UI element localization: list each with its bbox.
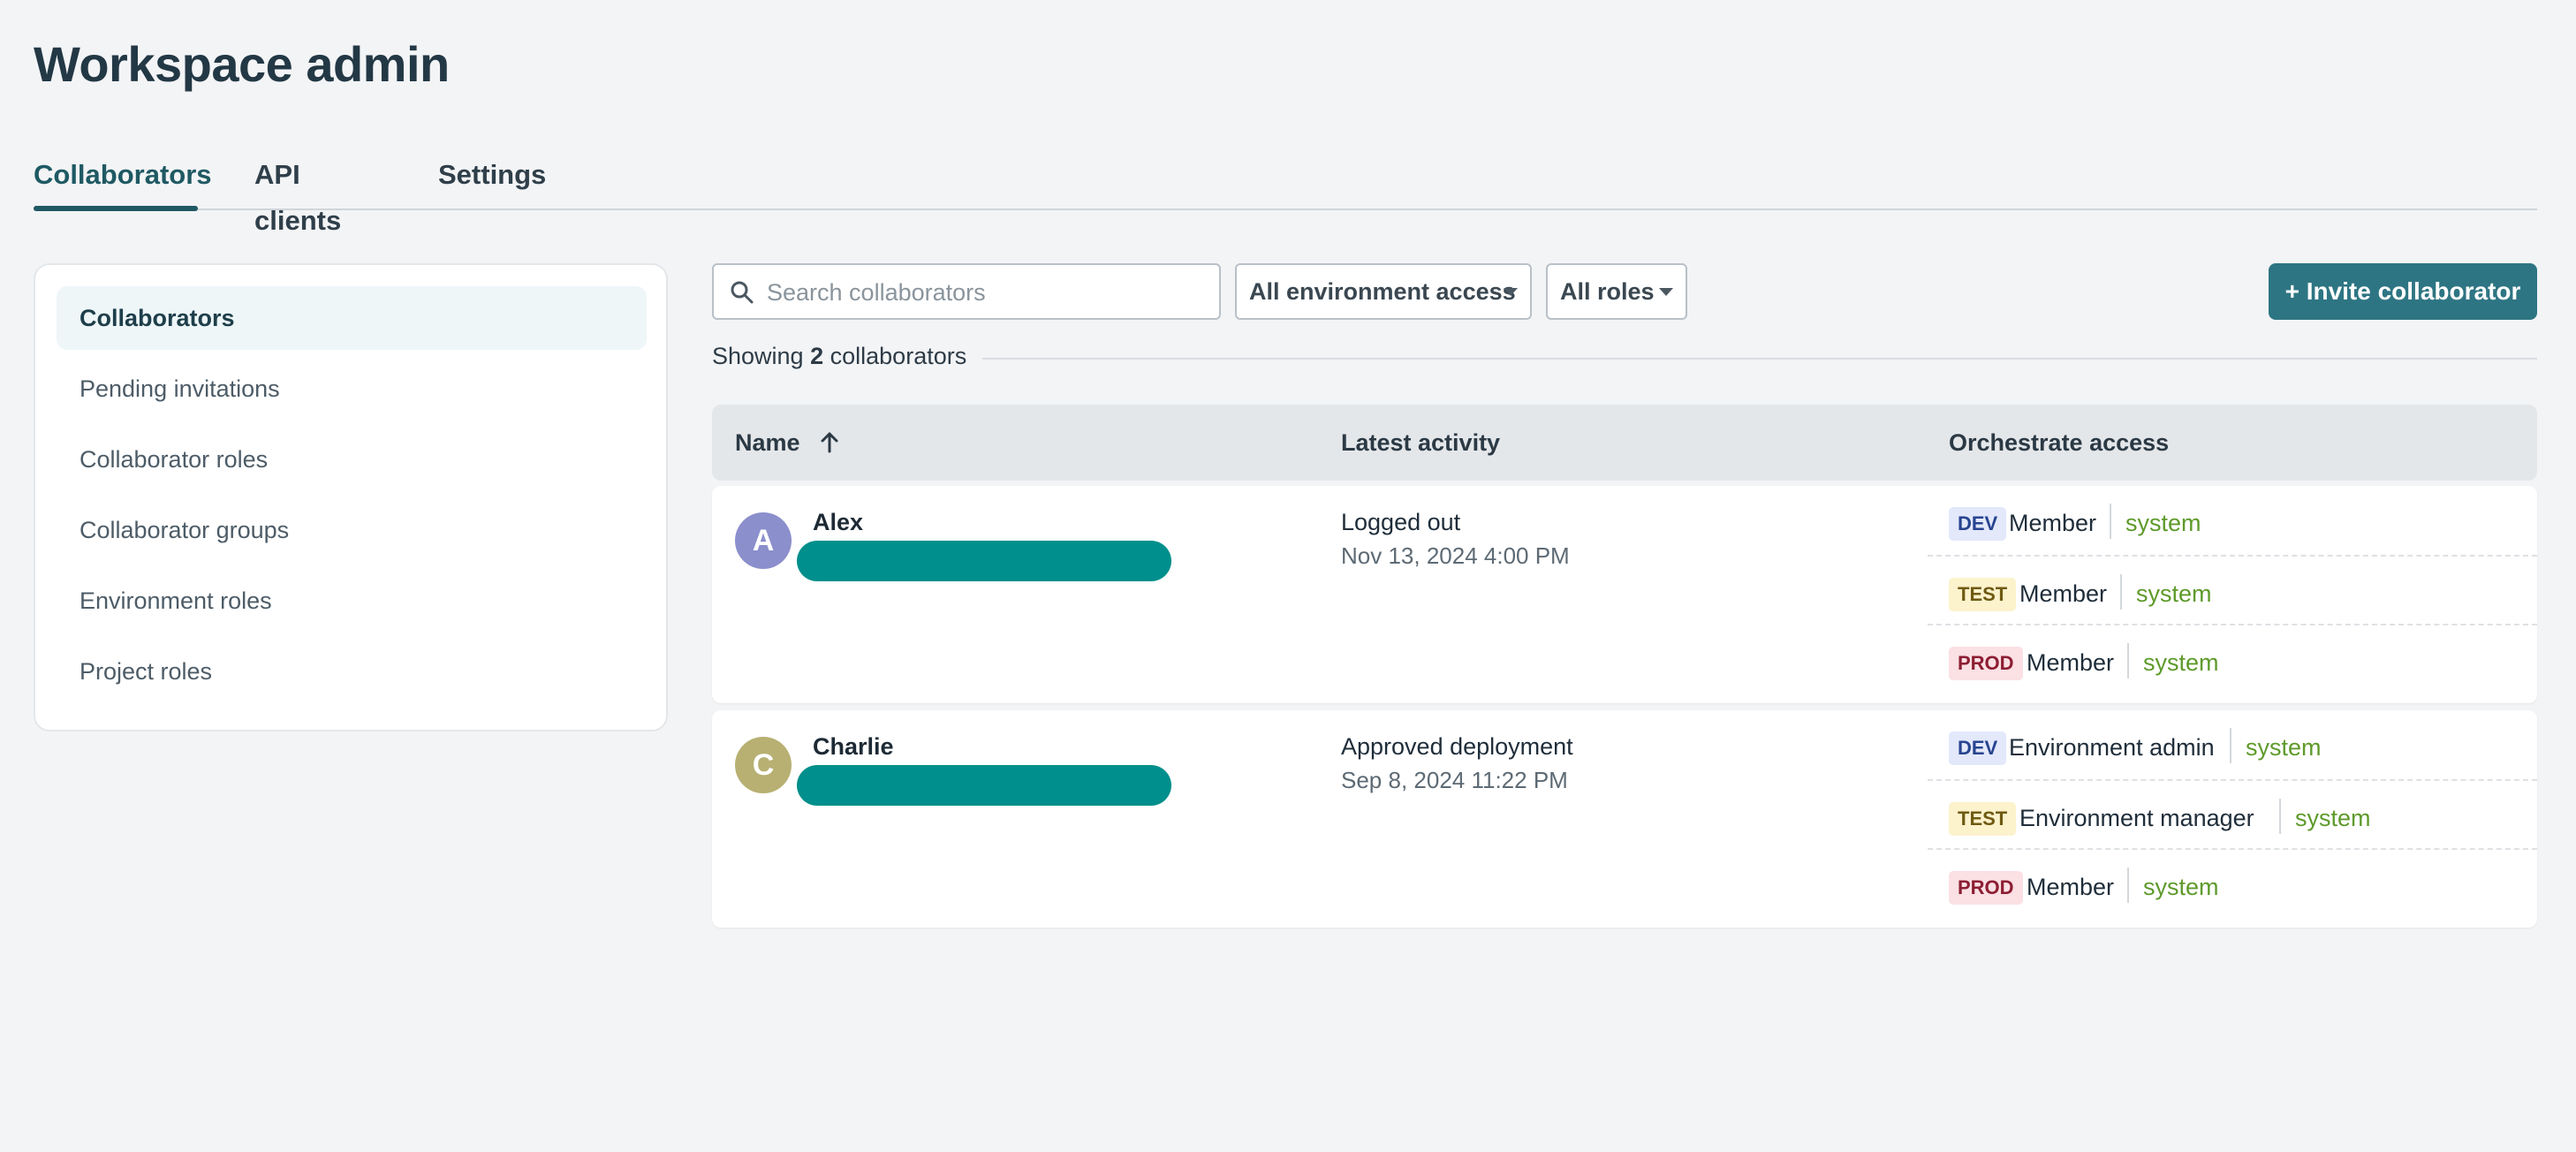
role-label: Member bbox=[2027, 649, 2115, 676]
count-suffix: collaborators bbox=[830, 343, 967, 369]
avatar: C bbox=[735, 737, 792, 793]
name-column-header[interactable]: Name bbox=[735, 405, 840, 481]
collaborator-count: Showing 2 collaborators bbox=[712, 343, 966, 370]
access-entry: PROD Member system bbox=[1928, 624, 2537, 694]
workspace-admin-page: Workspace admin Collaborators API client… bbox=[0, 0, 2576, 1152]
access-entry: TEST Member system bbox=[1928, 555, 2537, 625]
role-label: Environment admin bbox=[2009, 734, 2215, 761]
role-source: system bbox=[2125, 510, 2201, 536]
separator bbox=[2279, 799, 2281, 834]
activity-timestamp: Sep 8, 2024 11:22 PM bbox=[1341, 767, 1568, 793]
environment-access-filter-label: All environment access bbox=[1249, 278, 1516, 305]
env-badge-test: TEST bbox=[1949, 802, 2017, 836]
role-source: system bbox=[2143, 874, 2219, 900]
access-entry: TEST Environment manager system bbox=[1928, 779, 2537, 850]
tab-settings[interactable]: Settings bbox=[438, 152, 553, 208]
role-source: system bbox=[2246, 734, 2322, 761]
activity-title: Approved deployment bbox=[1341, 733, 1573, 760]
activity-column-header: Latest activity bbox=[1341, 429, 1501, 456]
role-label: Member bbox=[2019, 580, 2108, 607]
chevron-down-icon bbox=[1504, 288, 1518, 296]
tab-api-clients[interactable]: API clients bbox=[254, 152, 387, 236]
role-label: Member bbox=[2027, 874, 2115, 900]
separator bbox=[2110, 504, 2111, 539]
redacted-email bbox=[797, 765, 1171, 806]
sidebar-item-collaborator-roles[interactable]: Collaborator roles bbox=[57, 428, 647, 491]
access-list: DEV Member system TEST Member system PRO… bbox=[1928, 486, 2537, 703]
sidebar: Collaborators Pending invitations Collab… bbox=[34, 263, 668, 731]
separator bbox=[2230, 728, 2231, 763]
sidebar-item-environment-roles[interactable]: Environment roles bbox=[57, 569, 647, 633]
arrow-up-icon bbox=[821, 432, 838, 453]
divider bbox=[982, 358, 2537, 360]
collaborator-name: Charlie bbox=[813, 733, 894, 760]
separator bbox=[2120, 574, 2122, 610]
table-row[interactable]: C Charlie Approved deployment Sep 8, 202… bbox=[712, 710, 2537, 928]
sidebar-item-collaborators[interactable]: Collaborators bbox=[57, 286, 647, 350]
env-badge-test: TEST bbox=[1949, 578, 2017, 611]
table-row[interactable]: A Alex Logged out Nov 13, 2024 4:00 PM D… bbox=[712, 486, 2537, 703]
access-column-header: Orchestrate access bbox=[1949, 429, 2170, 456]
env-badge-prod: PROD bbox=[1949, 647, 2023, 680]
environment-access-filter[interactable]: All environment access bbox=[1235, 263, 1532, 320]
top-tabs: Collaborators API clients Settings bbox=[34, 152, 2537, 236]
role-source: system bbox=[2136, 580, 2212, 607]
sidebar-item-project-roles[interactable]: Project roles bbox=[57, 640, 647, 703]
sidebar-item-pending-invitations[interactable]: Pending invitations bbox=[57, 357, 647, 421]
collaborator-name: Alex bbox=[813, 509, 864, 535]
redacted-email bbox=[797, 541, 1171, 581]
env-badge-prod: PROD bbox=[1949, 871, 2023, 905]
env-badge-dev: DEV bbox=[1949, 507, 2007, 541]
role-source: system bbox=[2143, 649, 2219, 676]
role-label: Member bbox=[2009, 510, 2097, 536]
tab-collaborators[interactable]: Collaborators bbox=[34, 152, 212, 211]
sidebar-item-collaborator-groups[interactable]: Collaborator groups bbox=[57, 498, 647, 562]
search-input[interactable] bbox=[765, 265, 1210, 320]
access-entry: DEV Member system bbox=[1928, 486, 2537, 555]
separator bbox=[2127, 643, 2129, 678]
role-source: system bbox=[2295, 805, 2371, 831]
search-box bbox=[712, 263, 1221, 320]
page-title: Workspace admin bbox=[34, 36, 450, 92]
table-header: Name Latest activity Orchestrate access bbox=[712, 405, 2537, 481]
env-badge-dev: DEV bbox=[1949, 731, 2007, 765]
access-entry: PROD Member system bbox=[1928, 848, 2537, 919]
avatar: A bbox=[735, 512, 792, 569]
invite-collaborator-button[interactable]: + Invite collaborator bbox=[2269, 263, 2537, 320]
activity-timestamp: Nov 13, 2024 4:00 PM bbox=[1341, 542, 1570, 569]
roles-filter[interactable]: All roles bbox=[1546, 263, 1687, 320]
separator bbox=[2127, 868, 2129, 903]
search-icon bbox=[731, 281, 754, 304]
access-entry: DEV Environment admin system bbox=[1928, 710, 2537, 779]
chevron-down-icon bbox=[1659, 288, 1673, 296]
roles-filter-label: All roles bbox=[1560, 278, 1655, 305]
count-value: 2 bbox=[810, 343, 824, 369]
role-label: Environment manager bbox=[2019, 805, 2254, 831]
activity-title: Logged out bbox=[1341, 509, 1461, 535]
access-list: DEV Environment admin system TEST Enviro… bbox=[1928, 710, 2537, 928]
count-prefix: Showing bbox=[712, 343, 804, 369]
name-header-label: Name bbox=[735, 429, 800, 456]
